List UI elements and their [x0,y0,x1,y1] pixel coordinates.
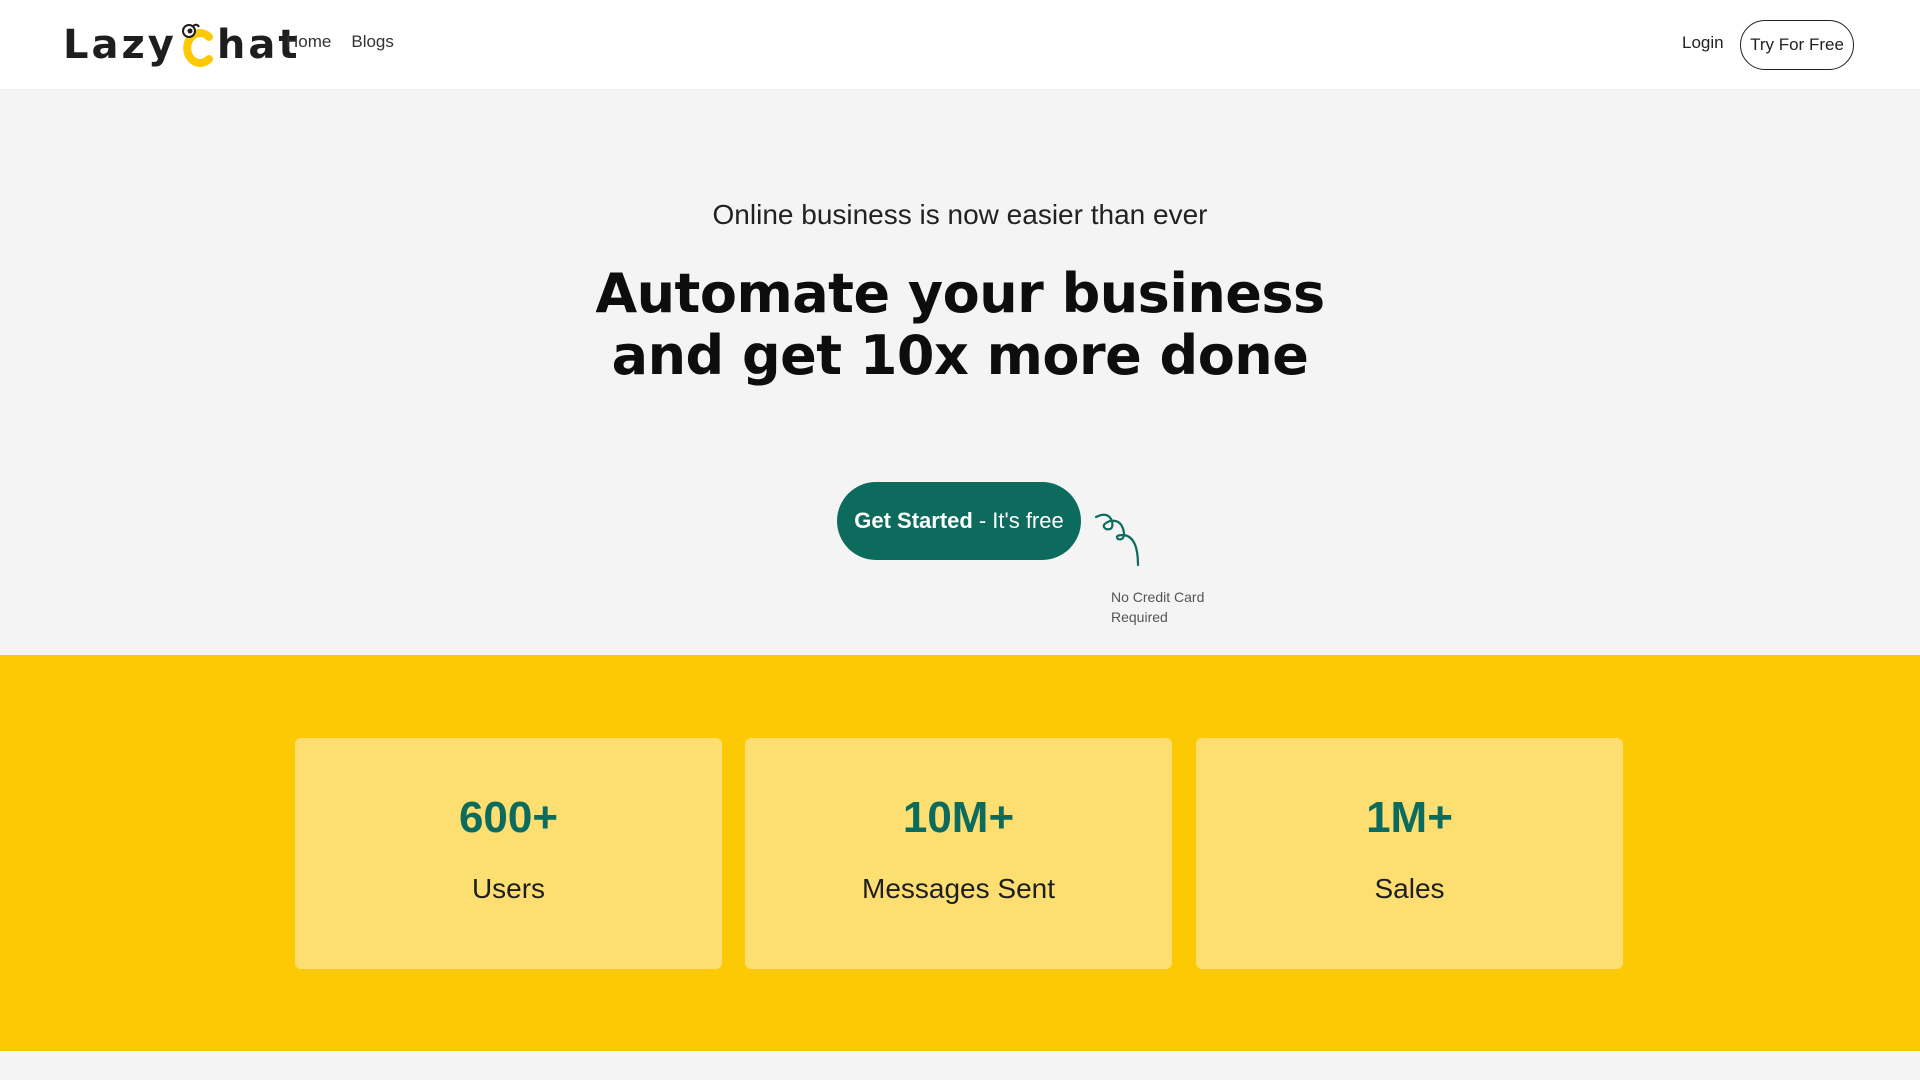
brand-logo[interactable]: Lazy hat [63,20,300,70]
no-credit-card-note: No Credit Card Required [1111,587,1231,627]
no-credit-card-line-2: Required [1111,609,1168,625]
get-started-button[interactable]: Get Started - It's free [837,482,1081,560]
stat-value: 600+ [458,793,559,842]
hero-title-line-2: and get 10x more done [611,324,1309,387]
stat-value: 10M+ [902,793,1015,842]
squiggle-arrow-icon [1094,513,1140,567]
main-nav: Home Blogs [286,32,394,52]
stat-value: 1M+ [1366,793,1453,842]
nav-item-blogs[interactable]: Blogs [351,32,394,52]
login-link[interactable]: Login [1682,33,1724,53]
hero-subtitle: Online business is now easier than ever [712,199,1208,230]
hero-title-line-1: Automate your business [595,262,1325,325]
nav-item-home[interactable]: Home [286,32,331,52]
no-credit-card-line-1: No Credit Card [1111,589,1205,605]
get-started-label: Get Started [854,508,973,533]
hero-title: Automate your business and get 10x more … [0,263,1920,387]
its-free-label: - It's free [978,508,1064,533]
stat-card-sales: 1M+ Sales [1196,738,1623,969]
stat-label: Users [471,873,546,904]
logo-text-lazy: Lazy [63,22,177,68]
stats-section: 600+ Users 10M+ Messages Sent 1M+ Sales [0,655,1920,1051]
hero-section: Online business is now easier than ever … [0,91,1920,654]
page-bottom-strip [0,1051,1920,1080]
stat-card-users: 600+ Users [295,738,722,969]
try-for-free-button[interactable]: Try For Free [1740,20,1854,70]
stat-card-messages: 10M+ Messages Sent [745,738,1172,969]
stat-label: Messages Sent [862,873,1055,904]
site-header: Lazy hat Home Blogs Login Try For Free [0,0,1920,90]
logo-c-mark-icon [181,23,215,67]
stat-label: Sales [1374,873,1445,904]
